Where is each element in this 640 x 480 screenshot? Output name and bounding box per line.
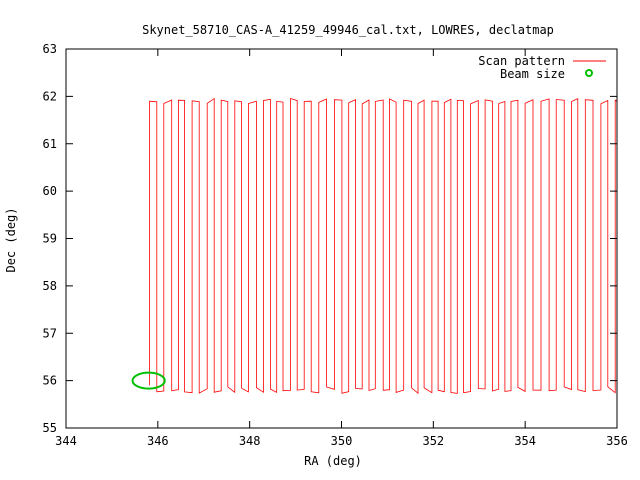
beam-size-series [131, 371, 166, 390]
x-tick-label: 352 [422, 434, 444, 448]
y-tick-label: 59 [43, 232, 57, 246]
y-tick-label: 62 [43, 89, 57, 103]
scan-pattern-line [149, 97, 618, 395]
y-tick-label: 61 [43, 137, 57, 151]
chart-title: Skynet_58710_CAS-A_41259_49946_cal.txt, … [142, 23, 554, 37]
y-tick-label: 63 [43, 42, 57, 56]
y-axis-title: Dec (deg) [4, 207, 18, 272]
y-tick-label: 60 [43, 184, 57, 198]
scan-pattern-series [149, 97, 618, 395]
y-tick-label: 57 [43, 326, 57, 340]
x-tick-label: 350 [331, 434, 353, 448]
legend-scan-pattern-label: Scan pattern [478, 54, 565, 68]
x-tick-label: 346 [147, 434, 169, 448]
x-tick-label: 354 [514, 434, 536, 448]
y-tick-label: 58 [43, 279, 57, 293]
beam-size-circle [131, 371, 166, 390]
x-axis-title: RA (deg) [304, 454, 362, 468]
x-tick-label: 348 [239, 434, 261, 448]
legend-beam-size-label: Beam size [500, 67, 565, 81]
legend-beam-size-marker [585, 69, 593, 77]
chart: Skynet_58710_CAS-A_41259_49946_cal.txt, … [4, 23, 628, 468]
legend: Scan pattern Beam size [478, 54, 606, 81]
y-tick-label: 55 [43, 421, 57, 435]
y-tick-label: 56 [43, 374, 57, 388]
x-tick-label: 356 [606, 434, 628, 448]
x-tick-label: 344 [55, 434, 77, 448]
